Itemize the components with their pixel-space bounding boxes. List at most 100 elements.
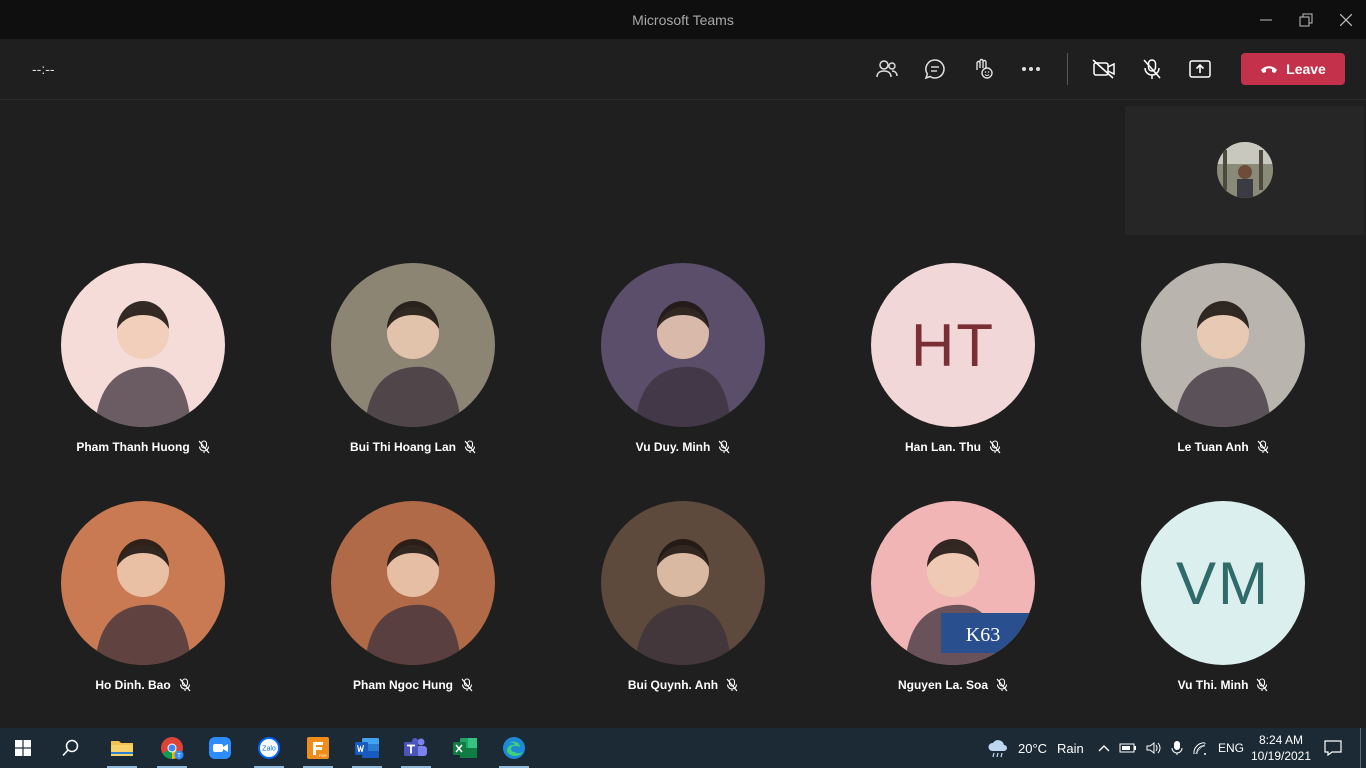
person-photo-placeholder xyxy=(635,539,731,665)
mic-muted-icon xyxy=(726,678,738,692)
camera-off-icon xyxy=(1092,59,1115,79)
person-photo-placeholder xyxy=(365,301,461,427)
taskbar-zoom[interactable] xyxy=(197,728,243,768)
leave-label: Leave xyxy=(1286,61,1326,77)
windows-taskbar: T Zalo PDF 20°C Rain ENG 8:24 AM 10/19/2… xyxy=(0,728,1366,768)
avatar-initials: VM xyxy=(1176,549,1270,617)
minimize-button[interactable] xyxy=(1246,0,1286,39)
taskbar-chrome[interactable]: T xyxy=(149,728,195,768)
mic-muted-icon xyxy=(1257,440,1269,454)
input-language[interactable]: ENG xyxy=(1218,728,1244,768)
chat-button[interactable] xyxy=(917,51,953,87)
show-desktop-divider[interactable] xyxy=(1360,728,1361,768)
chevron-up-icon[interactable] xyxy=(1098,744,1110,752)
participant-name: Le Tuan Anh xyxy=(1177,440,1249,454)
mic-muted-icon xyxy=(461,678,473,692)
taskbar-zalo[interactable]: Zalo xyxy=(246,728,292,768)
wifi-icon[interactable] xyxy=(1192,741,1208,755)
system-tray xyxy=(1098,728,1208,768)
participant-name-row: Bui Thi Hoang Lan xyxy=(313,440,513,454)
avatar-initials: HT xyxy=(911,311,995,379)
window-controls xyxy=(1246,0,1366,39)
restore-icon xyxy=(1299,13,1313,26)
participant-photo xyxy=(331,501,495,665)
language-label: ENG xyxy=(1218,741,1245,755)
participant-tile[interactable]: HT Han Lan. Thu xyxy=(853,263,1053,473)
participant-tile[interactable]: Bui Quynh. Anh xyxy=(583,501,783,711)
leave-button[interactable]: Leave xyxy=(1241,53,1345,85)
folder-icon xyxy=(111,741,133,756)
taskbar-excel[interactable] xyxy=(442,728,488,768)
taskbar-edge[interactable] xyxy=(491,728,537,768)
chat-icon xyxy=(924,59,945,80)
pdf-reader-icon: PDF xyxy=(307,737,329,759)
taskbar-file-explorer[interactable] xyxy=(99,728,145,768)
share-screen-button[interactable] xyxy=(1182,51,1218,87)
participant-tile[interactable]: Le Tuan Anh xyxy=(1123,263,1323,473)
participant-name-row: Han Lan. Thu xyxy=(853,440,1053,454)
minimize-icon xyxy=(1260,19,1272,20)
participant-initials-avatar: HT xyxy=(871,263,1035,427)
person-photo-placeholder xyxy=(1175,301,1271,427)
mic-toggle-button[interactable] xyxy=(1134,51,1170,87)
mic-muted-icon xyxy=(718,440,730,454)
search-icon xyxy=(62,739,79,757)
mic-muted-icon xyxy=(464,440,476,454)
participant-tile[interactable]: Pham Ngoc Hung xyxy=(313,501,513,711)
hang-up-icon xyxy=(1261,66,1278,73)
participant-tile[interactable]: Vu Duy. Minh xyxy=(583,263,783,473)
notifications-button[interactable] xyxy=(1324,728,1342,768)
more-actions-button[interactable] xyxy=(1013,51,1049,87)
participant-name: Pham Ngoc Hung xyxy=(352,678,453,692)
camera-toggle-button[interactable] xyxy=(1086,51,1122,87)
participant-name-row: Bui Quynh. Anh xyxy=(583,678,783,692)
taskbar-foxit-pdf[interactable]: PDF xyxy=(295,728,341,768)
people-icon xyxy=(876,60,898,78)
start-button[interactable] xyxy=(0,728,46,768)
participant-name: Han Lan. Thu xyxy=(905,440,981,454)
teams-icon xyxy=(404,738,427,756)
battery-icon[interactable] xyxy=(1119,742,1137,754)
toolbar-separator xyxy=(1067,53,1068,85)
participants-button[interactable] xyxy=(869,51,905,87)
participant-photo xyxy=(61,263,225,427)
taskbar-teams[interactable] xyxy=(393,728,439,768)
clock[interactable]: 8:24 AM 10/19/2021 xyxy=(1250,728,1312,768)
svg-text:Zalo: Zalo xyxy=(262,746,276,753)
participant-name-row: Vu Duy. Minh xyxy=(583,440,783,454)
participant-tile[interactable]: VM Vu Thi. Minh xyxy=(1123,501,1323,711)
person-photo-placeholder xyxy=(635,301,731,427)
participant-photo xyxy=(601,501,765,665)
weather-temp: 20°C xyxy=(1018,740,1048,756)
participant-name: Bui Thi Hoang Lan xyxy=(350,440,456,454)
mic-off-icon xyxy=(1143,59,1161,79)
mic-muted-icon xyxy=(1256,678,1268,692)
participant-tile[interactable]: Bui Thi Hoang Lan xyxy=(313,263,513,473)
search-button[interactable] xyxy=(48,728,94,768)
rain-cloud-icon xyxy=(988,740,1007,758)
zalo-icon: Zalo xyxy=(258,737,280,759)
participant-tile[interactable]: Pham Thanh Huong xyxy=(43,263,243,473)
notification-icon xyxy=(1324,740,1342,756)
reactions-button[interactable] xyxy=(965,51,1001,87)
share-icon xyxy=(1189,60,1211,78)
participant-name: Nguyen La. Soa xyxy=(897,678,989,692)
participant-name-row: Pham Ngoc Hung xyxy=(313,678,513,692)
meeting-toolbar: --:-- Leave xyxy=(0,39,1366,100)
self-view[interactable] xyxy=(1125,106,1364,235)
restore-button[interactable] xyxy=(1286,0,1326,39)
participant-name-row: Le Tuan Anh xyxy=(1123,440,1323,454)
taskbar-word[interactable] xyxy=(344,728,390,768)
participant-photo xyxy=(61,501,225,665)
participant-tile[interactable]: Ho Dinh. Bao xyxy=(43,501,243,711)
microphone-icon[interactable] xyxy=(1171,740,1183,756)
excel-icon xyxy=(453,738,477,758)
participant-tile[interactable]: K63 Nguyen La. Soa xyxy=(853,501,1053,711)
close-button[interactable] xyxy=(1326,0,1366,39)
windows-icon xyxy=(15,740,31,756)
mic-muted-icon xyxy=(996,678,1008,692)
volume-icon[interactable] xyxy=(1146,741,1162,755)
weather-widget[interactable]: 20°C Rain xyxy=(986,728,1084,768)
svg-text:K63: K63 xyxy=(966,624,1000,646)
participant-name: Vu Duy. Minh xyxy=(635,440,711,454)
